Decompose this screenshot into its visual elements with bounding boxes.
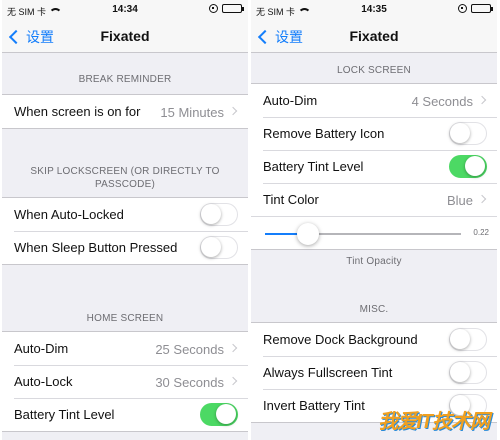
- group-home-screen: Auto-Dim 25 Seconds Auto-Lock 30 Seconds…: [2, 331, 248, 432]
- row-label: Auto-Dim: [14, 341, 69, 356]
- row-remove-battery-icon: Remove Battery Icon: [251, 117, 497, 150]
- section-header-break-reminder: BREAK REMINDER: [78, 74, 172, 85]
- row-label: Remove Dock Background: [263, 332, 418, 347]
- row-label: Battery Tint Level: [14, 407, 115, 422]
- row-label: Always Fullscreen Tint: [263, 365, 393, 380]
- row-home-auto-dim[interactable]: Auto-Dim 25 Seconds: [2, 332, 248, 365]
- row-label: When Sleep Button Pressed: [14, 240, 178, 255]
- status-bar: 无 SIM 卡 14:35: [251, 0, 497, 20]
- tint-opacity-slider[interactable]: [265, 223, 461, 245]
- chevron-right-icon: [228, 106, 238, 116]
- row-value: 30 Seconds: [155, 375, 224, 390]
- section-header-home-screen: HOME SCREEN: [86, 313, 164, 324]
- section-header-skip-lockscreen: SKIP LOCKSCREEN (OR DIRECTLY TO PASSCODE…: [30, 166, 220, 190]
- row-value: Blue: [446, 193, 473, 208]
- section-footer-tint-opacity: Tint Opacity: [346, 256, 402, 267]
- row-label: Battery Tint Level: [263, 159, 364, 174]
- group-lock-screen: Auto-Dim 4 Seconds Remove Battery Icon B…: [251, 83, 497, 250]
- navigation-bar: 设置 Fixated: [2, 20, 248, 53]
- row-label: Invert Battery Tint: [263, 398, 365, 413]
- tint-opacity-slider-row: 0.22: [251, 216, 497, 249]
- row-label: Auto-Lock: [14, 374, 73, 389]
- section-header-lock-screen: LOCK SCREEN: [337, 65, 411, 76]
- chevron-right-icon: [228, 343, 238, 353]
- row-when-auto-locked: When Auto-Locked: [2, 198, 248, 231]
- row-remove-dock-background: Remove Dock Background: [251, 323, 497, 356]
- row-value: 15 Minutes: [160, 105, 224, 120]
- row-home-battery-tint: Battery Tint Level: [2, 398, 248, 431]
- row-label: When Auto-Locked: [14, 207, 124, 222]
- section-header-misc: MISC.: [359, 304, 389, 315]
- chevron-right-icon: [228, 376, 238, 386]
- slider-value: 0.22: [473, 228, 489, 237]
- page-title: Fixated: [349, 28, 399, 44]
- group-skip-lockscreen: When Auto-Locked When Sleep Button Press…: [2, 197, 248, 265]
- battery-icon: [222, 4, 244, 13]
- slider-thumb[interactable]: [297, 223, 320, 245]
- toggle-remove-dock-background[interactable]: [449, 328, 487, 351]
- row-label: When screen is on for: [14, 104, 141, 119]
- chevron-right-icon: [477, 95, 487, 105]
- toggle-when-sleep-button-pressed[interactable]: [200, 236, 238, 259]
- row-lock-battery-tint: Battery Tint Level: [251, 150, 497, 183]
- row-when-sleep-button-pressed: When Sleep Button Pressed: [2, 231, 248, 264]
- rotation-lock-icon: [209, 4, 218, 13]
- status-bar: 无 SIM 卡 14:34: [2, 0, 248, 20]
- row-value: 25 Seconds: [155, 342, 224, 357]
- right-screen: 无 SIM 卡 14:35 设置 Fixated LOCK SCREEN Aut…: [251, 0, 497, 440]
- row-label: Tint Color: [263, 192, 319, 207]
- toggle-remove-battery-icon[interactable]: [449, 122, 487, 145]
- row-value: 4 Seconds: [411, 94, 473, 109]
- navigation-bar: 设置 Fixated: [251, 20, 497, 53]
- row-home-auto-lock[interactable]: Auto-Lock 30 Seconds: [2, 365, 248, 398]
- row-always-fullscreen-tint: Always Fullscreen Tint: [251, 356, 497, 389]
- row-tint-color[interactable]: Tint Color Blue: [251, 183, 497, 216]
- chevron-right-icon: [477, 194, 487, 204]
- group-break-reminder: When screen is on for 15 Minutes: [2, 94, 248, 129]
- row-label: Remove Battery Icon: [263, 126, 385, 141]
- toggle-when-auto-locked[interactable]: [200, 203, 238, 226]
- rotation-lock-icon: [458, 4, 467, 13]
- toggle-always-fullscreen-tint[interactable]: [449, 361, 487, 384]
- battery-icon: [471, 4, 493, 13]
- row-when-screen-on[interactable]: When screen is on for 15 Minutes: [2, 95, 248, 128]
- left-screen: 无 SIM 卡 14:34 设置 Fixated BREAK REMINDER …: [2, 0, 248, 440]
- row-lock-auto-dim[interactable]: Auto-Dim 4 Seconds: [251, 84, 497, 117]
- row-label: Auto-Dim: [263, 93, 318, 108]
- watermark-logo: 我爱IT技术网: [378, 411, 490, 433]
- toggle-lock-battery-tint[interactable]: [449, 155, 487, 178]
- page-title: Fixated: [100, 28, 150, 44]
- toggle-home-battery-tint[interactable]: [200, 403, 238, 426]
